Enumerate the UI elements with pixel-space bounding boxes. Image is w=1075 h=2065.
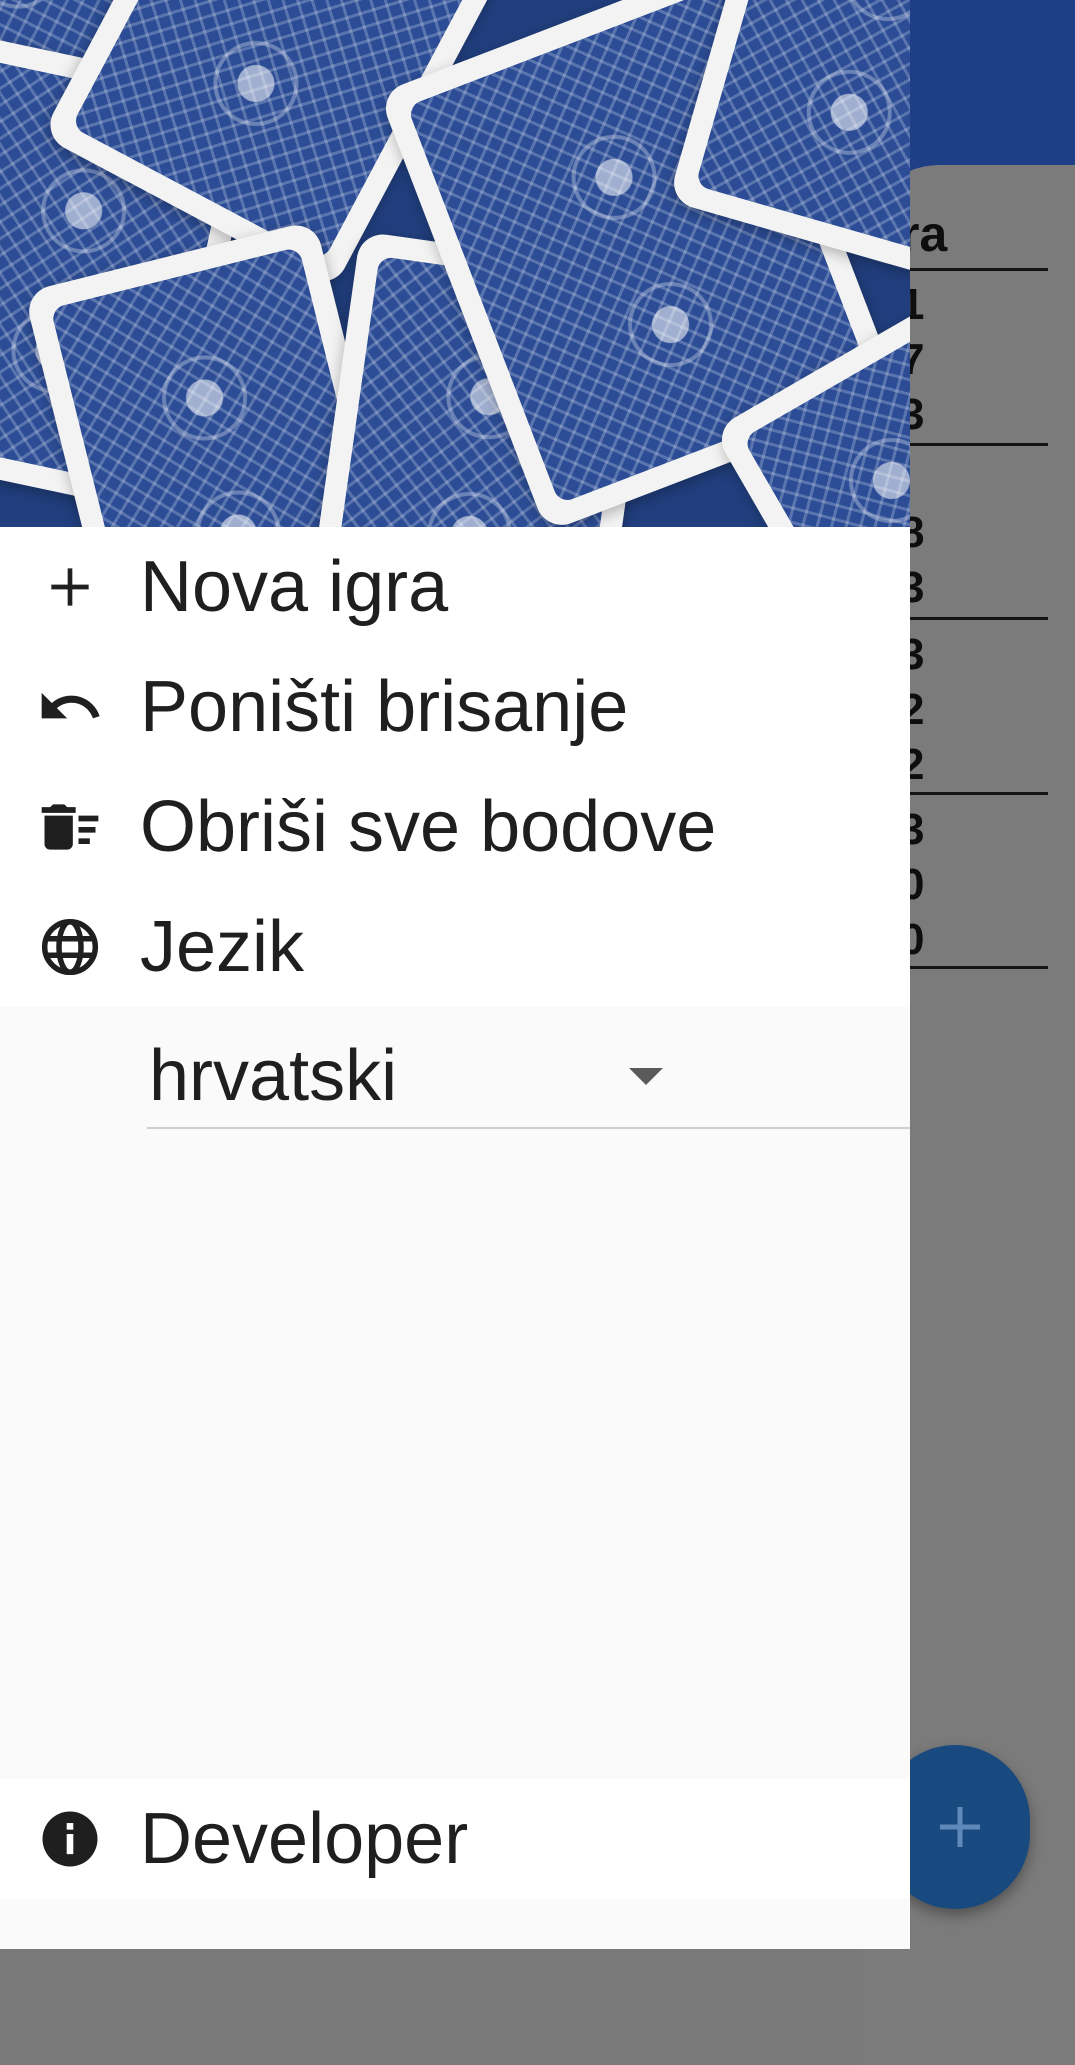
delete-all-scores-menu-item[interactable]: Obriši sve bodove bbox=[0, 767, 910, 887]
menu-item-label: Obriši sve bodove bbox=[140, 787, 717, 867]
language-dropdown[interactable]: hrvatski bbox=[147, 1035, 910, 1129]
language-selected-value: hrvatski bbox=[149, 1036, 398, 1116]
navigation-drawer: Nova igra Poništi brisanje Obriši sve bo… bbox=[0, 0, 910, 1949]
info-icon bbox=[0, 1806, 140, 1872]
undo-icon bbox=[0, 673, 140, 741]
drawer-header-card-image bbox=[0, 0, 910, 527]
menu-item-label: Poništi brisanje bbox=[140, 667, 629, 747]
new-game-menu-item[interactable]: Nova igra bbox=[0, 527, 910, 647]
developer-menu-item[interactable]: Developer bbox=[0, 1779, 910, 1899]
delete-sweep-icon bbox=[0, 793, 140, 861]
undo-delete-menu-item[interactable]: Poništi brisanje bbox=[0, 647, 910, 767]
plus-icon bbox=[0, 559, 140, 615]
menu-item-label: Developer bbox=[140, 1799, 469, 1879]
plus-icon bbox=[940, 1807, 980, 1847]
globe-icon bbox=[0, 914, 140, 980]
language-menu-item[interactable]: Jezik bbox=[0, 887, 910, 1007]
menu-item-label: Nova igra bbox=[140, 547, 449, 627]
arrow-drop-down-icon bbox=[629, 1068, 663, 1091]
menu-item-label: Jezik bbox=[140, 907, 305, 987]
